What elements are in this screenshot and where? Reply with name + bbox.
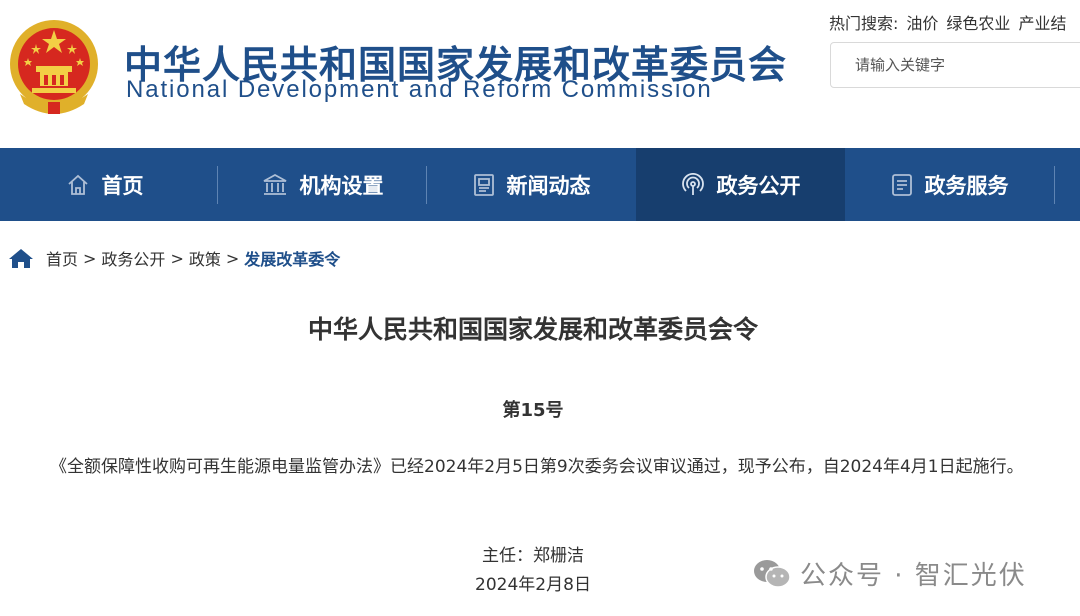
watermark-text: 公众号 · 智汇光伏 bbox=[800, 561, 1027, 591]
breadcrumb: 首页 > 政务公开 > 政策 > 发展改革委令 bbox=[8, 246, 340, 270]
nav-item-news[interactable]: 新闻动态 bbox=[427, 148, 636, 221]
nav-divider bbox=[1054, 166, 1055, 204]
breadcrumb-current[interactable]: 发展改革委令 bbox=[244, 246, 340, 270]
search-input[interactable] bbox=[831, 43, 1075, 87]
nav-item-services[interactable]: 政务服务 bbox=[845, 148, 1054, 221]
search-box bbox=[830, 42, 1080, 88]
document-number: 第15号 bbox=[502, 400, 564, 421]
institution-icon bbox=[263, 173, 286, 195]
document-body: 《全额保障性收购可再生能源电量监管办法》已经2024年2月5日第9次委务会议审议… bbox=[50, 457, 1024, 477]
hot-keyword-link[interactable]: 油价 bbox=[906, 14, 938, 33]
home-icon bbox=[67, 174, 88, 195]
nav-item-home[interactable]: 首页 bbox=[0, 148, 209, 221]
breadcrumb-item[interactable]: 政务公开 bbox=[101, 246, 165, 270]
home-icon[interactable] bbox=[8, 247, 34, 269]
national-emblem-icon[interactable] bbox=[6, 14, 102, 118]
hot-keyword-link[interactable]: 绿色农业 bbox=[946, 14, 1010, 33]
watermark: 公众号 · 智汇光伏 bbox=[752, 555, 1027, 592]
nav-item-label: 政务公开 bbox=[716, 173, 801, 198]
site-header: 中华人民共和国国家发展和改革委员会 National Development a… bbox=[0, 0, 1080, 148]
document-title: 中华人民共和国国家发展和改革委员会令 bbox=[307, 315, 758, 344]
hot-search: 热门搜索: 油价 绿色农业 产业结 bbox=[829, 10, 1066, 34]
nav-item-label: 新闻动态 bbox=[506, 173, 591, 198]
main-nav: 首页 机构设置 新闻动态 政务公开 政务服务 bbox=[0, 148, 1080, 221]
breadcrumb-separator: > bbox=[225, 248, 240, 268]
nav-item-institutions[interactable]: 机构设置 bbox=[218, 148, 427, 221]
nav-item-label: 机构设置 bbox=[299, 173, 384, 198]
service-icon bbox=[891, 173, 912, 196]
wechat-icon bbox=[754, 559, 791, 588]
breadcrumb-item[interactable]: 首页 bbox=[46, 246, 78, 270]
breadcrumb-separator: > bbox=[170, 248, 184, 268]
site-title-en[interactable]: National Development and Reform Commissi… bbox=[126, 76, 713, 104]
nav-item-label: 政务服务 bbox=[924, 173, 1009, 198]
broadcast-icon bbox=[681, 172, 704, 195]
hot-search-label: 热门搜索: bbox=[829, 14, 899, 33]
breadcrumb-separator: > bbox=[83, 248, 97, 268]
news-icon bbox=[473, 173, 494, 196]
hot-keyword-link[interactable]: 产业结 bbox=[1018, 14, 1066, 33]
nav-item-gov-affairs[interactable]: 政务公开 bbox=[636, 148, 845, 221]
breadcrumb-item[interactable]: 政策 bbox=[189, 246, 221, 270]
nav-item-label: 首页 bbox=[101, 173, 144, 198]
